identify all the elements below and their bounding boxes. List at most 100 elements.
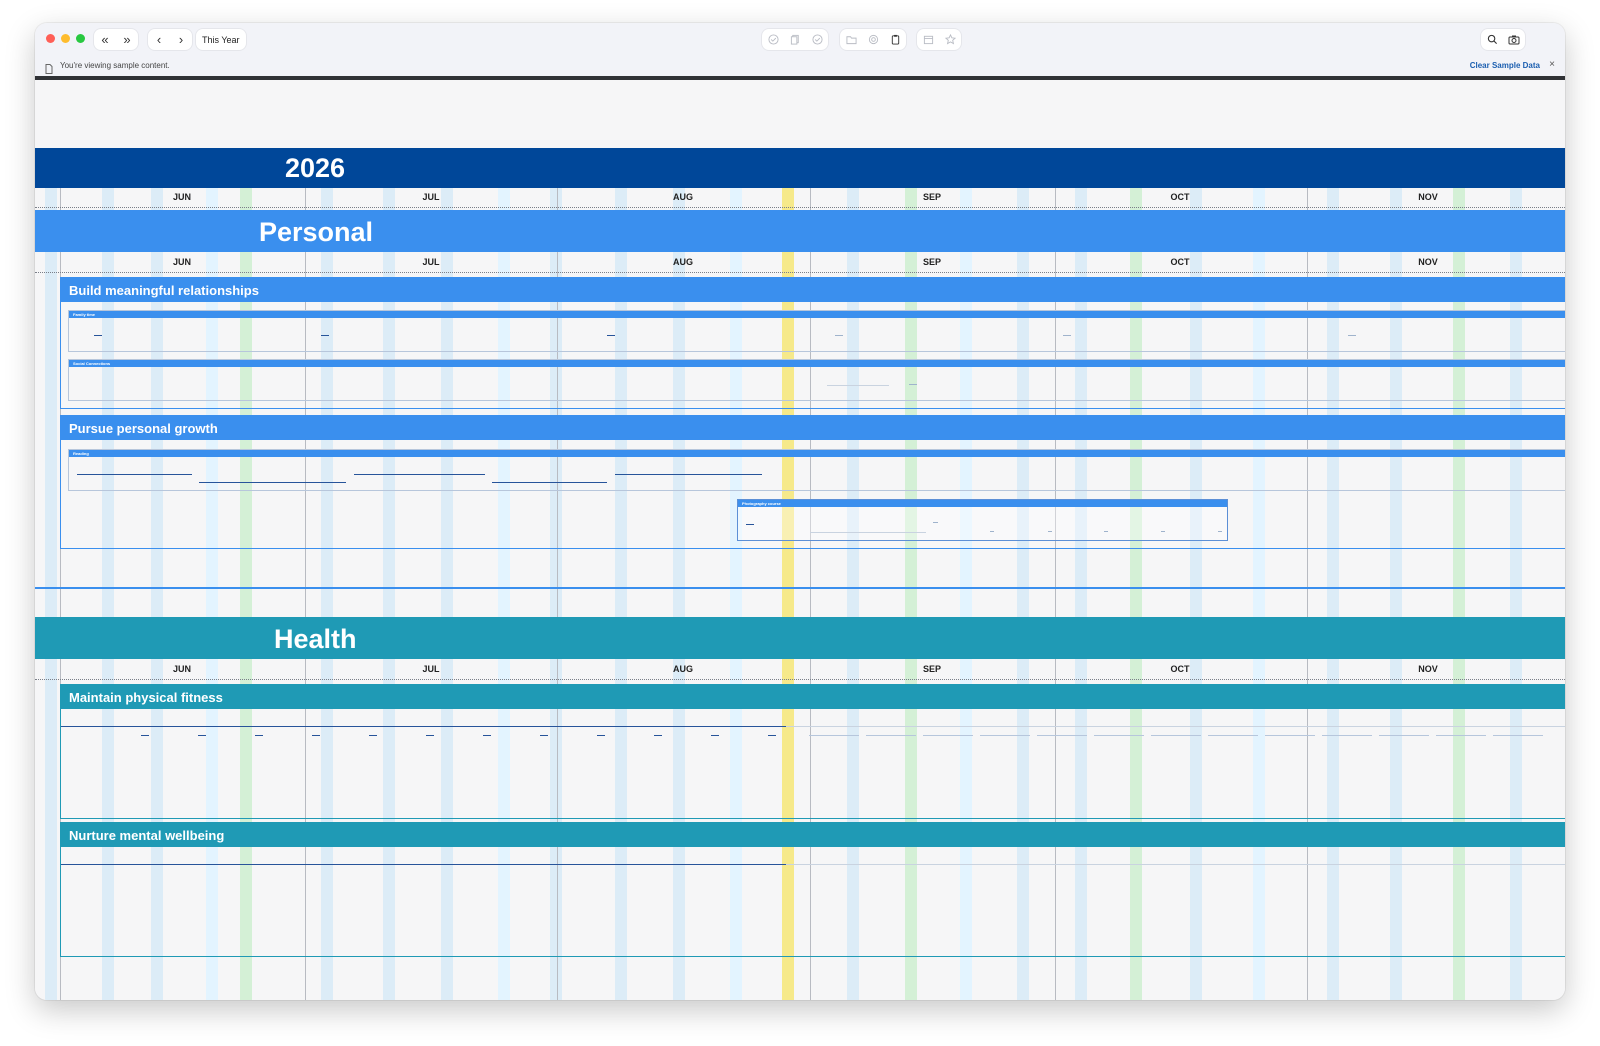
subgoal-card[interactable]: Family time [68,310,1565,352]
task-bar[interactable] [827,385,889,386]
subgoal-header: Social Connections [69,360,1565,367]
goal-card[interactable]: Maintain physical fitness [60,684,1565,819]
period-step-group: ‹ › [148,29,192,50]
circle-check-icon[interactable] [762,29,784,50]
task-marker[interactable] [1218,531,1222,532]
area-header-personal[interactable]: Personal [35,210,1565,252]
task-bar[interactable] [199,482,346,483]
goal-header[interactable]: Pursue personal growth [61,416,1565,440]
task-marker[interactable] [94,335,102,336]
task-marker[interactable] [321,335,329,336]
close-window-button[interactable] [46,34,55,43]
goal-title: Nurture mental wellbeing [69,828,225,843]
task-marker[interactable] [933,522,938,523]
month-label: AUG [673,257,693,267]
month-label: NOV [1418,192,1438,202]
app-window: « » ‹ › This Year You're viewing sample … [35,23,1565,1000]
search-icon[interactable] [1481,29,1503,50]
month-label: SEP [922,664,942,674]
divider [35,272,1565,273]
task-marker[interactable] [1348,335,1356,336]
previous-period-button[interactable]: ‹ [148,29,170,50]
goal-header[interactable]: Build meaningful relationships [61,278,1565,302]
task-bar[interactable] [61,864,786,865]
area-title: Health [274,624,357,654]
task-bar[interactable] [809,735,1544,736]
extras-group [917,29,961,50]
goal-card[interactable]: Build meaningful relationships Family ti… [60,277,1565,409]
subgoal-card[interactable]: Reading [68,449,1565,491]
camera-icon[interactable] [1503,29,1525,50]
area-divider [35,587,1565,589]
title-bar: « » ‹ › This Year [35,23,1565,56]
project-title: Photography course [742,501,781,506]
area-title: Personal [259,217,374,247]
task-marker[interactable] [1063,335,1071,336]
goal-title: Build meaningful relationships [69,283,259,298]
subgoal-card[interactable]: Social Connections [68,359,1565,401]
area-header-health[interactable]: Health [35,617,1565,659]
month-label: JUN [172,257,192,267]
zoom-window-button[interactable] [76,34,85,43]
task-bar[interactable] [786,864,1565,865]
task-marker[interactable] [1048,531,1052,532]
month-header-row: JUN JUL AUG SEP OCT NOV [35,660,1565,681]
task-marker[interactable] [1161,531,1165,532]
subgoal-title: Reading [73,451,89,456]
subgoal-header: Family time [69,311,1565,318]
calendar-icon[interactable] [917,29,939,50]
goal-header[interactable]: Nurture mental wellbeing [61,823,1565,847]
item-type-group [840,29,906,50]
month-label: OCT [1170,664,1190,674]
minimize-window-button[interactable] [61,34,70,43]
period-jump-group: « » [94,29,138,50]
project-header: Photography course [738,500,1227,507]
close-banner-icon[interactable]: × [1549,59,1555,70]
month-label: OCT [1170,192,1190,202]
task-bar[interactable] [492,482,607,483]
clipboard-icon[interactable] [884,29,906,50]
divider [35,207,1565,208]
jump-back-button[interactable]: « [94,29,116,50]
subgoal-title: Social Connections [73,361,111,366]
task-bar[interactable] [61,726,786,727]
month-label: JUL [422,664,440,674]
jump-forward-button[interactable]: » [116,29,138,50]
year-title: 2026 [285,153,346,183]
task-marker[interactable] [607,335,615,336]
year-header: 2026 [35,148,1565,188]
task-bar[interactable] [615,474,762,475]
task-marker[interactable] [990,531,994,532]
documents-icon[interactable] [784,29,806,50]
task-marker[interactable] [1104,531,1108,532]
task-bar[interactable] [786,726,1565,727]
task-bar[interactable] [77,474,192,475]
month-label: JUN [172,664,192,674]
month-header-row: JUN JUL AUG SEP OCT NOV [35,253,1565,274]
project-card[interactable]: Photography course [737,499,1228,541]
month-label: AUG [673,192,693,202]
folder-icon[interactable] [840,29,862,50]
month-label: SEP [922,257,942,267]
goal-header[interactable]: Maintain physical fitness [61,685,1565,709]
month-label: AUG [673,664,693,674]
timeline-canvas[interactable]: 2026 JUN JUL AUG SEP OCT NOV Personal JU… [35,80,1565,1000]
goal-title: Pursue personal growth [69,421,218,436]
task-bar[interactable] [141,735,786,736]
task-bar[interactable] [354,474,485,475]
task-marker[interactable] [746,524,754,525]
month-label: JUN [172,192,192,202]
clear-sample-data-button[interactable]: Clear Sample Data [1470,61,1540,70]
this-year-button[interactable]: This Year [196,29,246,50]
next-period-button[interactable]: › [170,29,192,50]
target-icon[interactable] [862,29,884,50]
task-marker[interactable] [909,384,917,385]
month-label: NOV [1418,664,1438,674]
task-marker[interactable] [835,335,843,336]
task-bar[interactable] [810,532,926,533]
star-icon[interactable] [939,29,961,50]
circle-check-icon[interactable] [806,29,828,50]
month-label: JUL [422,192,440,202]
divider [35,679,1565,680]
goal-card[interactable]: Nurture mental wellbeing [60,822,1565,957]
